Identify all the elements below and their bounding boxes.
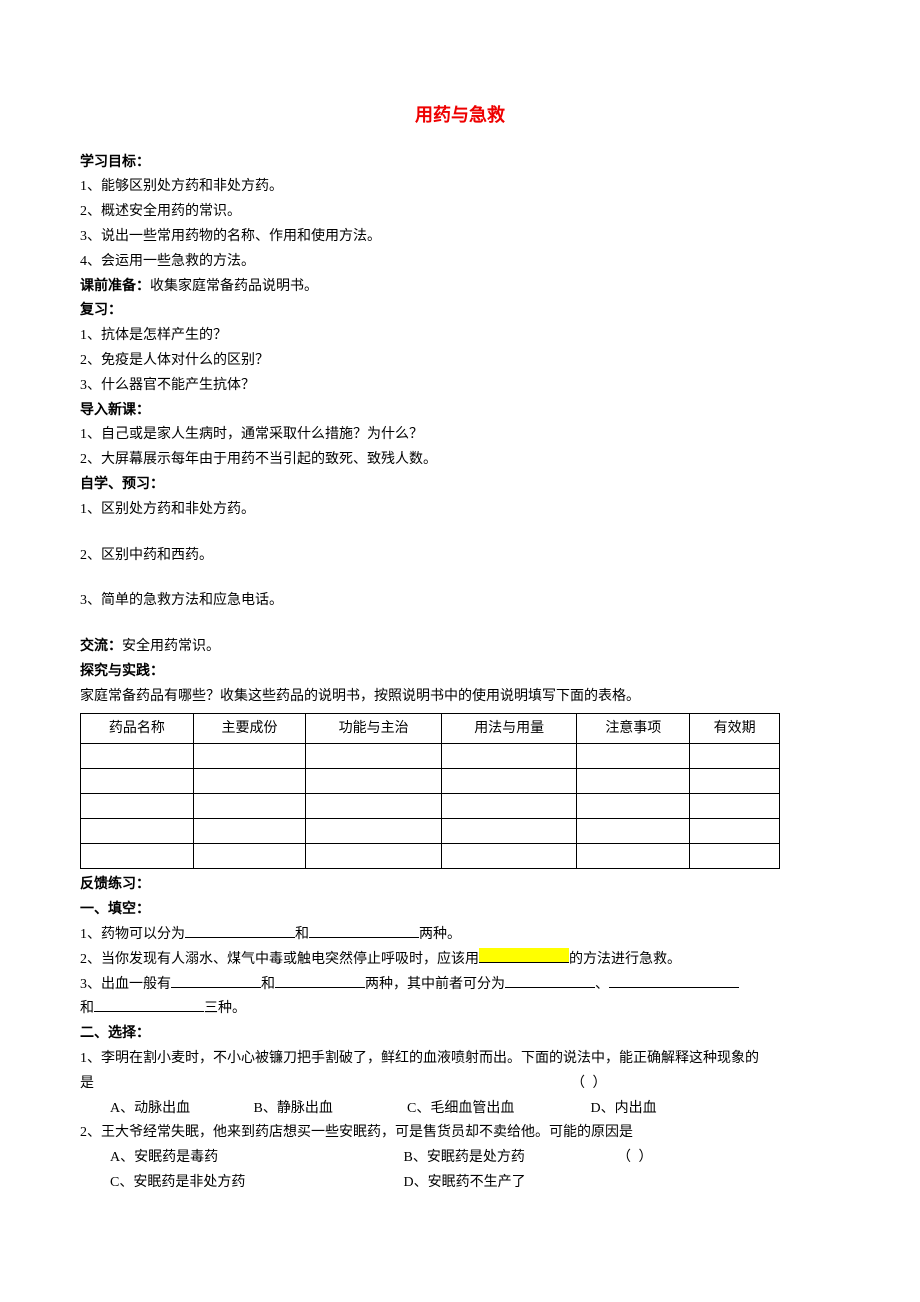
prep-heading: 课前准备：: [80, 279, 150, 294]
choice-q1-a: 1、李明在割小麦时，不小心被镰刀把手割破了，鲜红的血液喷射而出。下面的说法中，能…: [80, 1047, 840, 1071]
table-row[interactable]: [81, 819, 780, 844]
table-row[interactable]: [81, 744, 780, 769]
fill-blank[interactable]: [275, 973, 365, 988]
choice-q1-opt-c[interactable]: C、毛细血管出血: [407, 1097, 587, 1121]
table-row[interactable]: [81, 794, 780, 819]
review-item: 3、什么器官不能产生抗体？: [80, 374, 840, 398]
objectives-heading: 学习目标：: [80, 151, 840, 175]
fill-q1-a: 1、药物可以分为: [80, 927, 185, 942]
feedback-heading: 反馈练习：: [80, 873, 840, 897]
review-item: 2、免疫是人体对什么的区别？: [80, 349, 840, 373]
fill-blank[interactable]: [609, 973, 739, 988]
choice-q2-opt-b[interactable]: B、安眠药是处方药: [404, 1146, 614, 1170]
fill-q3-f: 三种。: [204, 1001, 246, 1016]
choice-q2-row2: C、安眠药是非处方药 D、安眠药不生产了: [80, 1171, 840, 1195]
selfstudy-heading: 自学、预习：: [80, 473, 840, 497]
fill-blank[interactable]: [171, 973, 261, 988]
selfstudy-item: 3、简单的急救方法和应急电话。: [80, 589, 840, 613]
choice-q1-opt-a[interactable]: A、动脉出血: [110, 1097, 250, 1121]
objective-item: 3、说出一些常用药物的名称、作用和使用方法。: [80, 225, 840, 249]
objective-item: 4、会运用一些急救的方法。: [80, 250, 840, 274]
table-header: 有效期: [690, 713, 780, 744]
choice-q2-paren[interactable]: （ ）: [617, 1150, 655, 1165]
table-header: 主要成份: [193, 713, 306, 744]
explore-heading: 探究与实践：: [80, 660, 840, 684]
page-title: 用药与急救: [80, 100, 840, 131]
choice-q1-b: 是: [80, 1076, 94, 1091]
fill-q3: 3、出血一般有 和 两种，其中前者可分为 、: [80, 973, 840, 997]
fill-q3-e: 和: [80, 1001, 94, 1016]
selfstudy-item: 1、区别处方药和非处方药。: [80, 498, 840, 522]
fill-blank[interactable]: [185, 923, 295, 938]
fill-blank[interactable]: [309, 923, 419, 938]
review-heading: 复习：: [80, 299, 840, 323]
fill-q1: 1、药物可以分为 和 两种。: [80, 923, 840, 947]
choice-q1-options: A、动脉出血 B、静脉出血 C、毛细血管出血 D、内出血: [80, 1097, 840, 1121]
intro-item: 2、大屏幕展示每年由于用药不当引起的致死、致残人数。: [80, 448, 840, 472]
prep-line: 课前准备：收集家庭常备药品说明书。: [80, 275, 840, 299]
medicine-table: 药品名称 主要成份 功能与主治 用法与用量 注意事项 有效期: [80, 713, 780, 870]
fill-q2-a: 2、当你发现有人溺水、煤气中毒或触电突然停止呼吸时，应该用: [80, 952, 479, 967]
choice-q2-opt-c[interactable]: C、安眠药是非处方药: [110, 1171, 400, 1195]
table-header: 注意事项: [577, 713, 690, 744]
table-header: 药品名称: [81, 713, 194, 744]
fill-q2-b: 的方法进行急救。: [569, 952, 681, 967]
choice-q1-opt-d[interactable]: D、内出血: [591, 1097, 657, 1121]
fill-blank[interactable]: [94, 997, 204, 1012]
objective-item: 1、能够区别处方药和非处方药。: [80, 175, 840, 199]
fill-blank[interactable]: [505, 973, 595, 988]
exchange-text: 安全用药常识。: [122, 639, 220, 654]
explore-text: 家庭常备药品有哪些？收集这些药品的说明书，按照说明书中的使用说明填写下面的表格。: [80, 685, 840, 709]
table-header: 功能与主治: [306, 713, 442, 744]
fill-q3-a: 3、出血一般有: [80, 977, 171, 992]
choice-q1-b-row: 是 （ ）: [80, 1072, 840, 1096]
fill-q3-d: 、: [595, 977, 609, 992]
objective-item: 2、概述安全用药的常识。: [80, 200, 840, 224]
choice-q1-paren[interactable]: （ ）: [571, 1076, 609, 1091]
table-header: 用法与用量: [441, 713, 577, 744]
fill-q1-c: 两种。: [419, 927, 461, 942]
intro-heading: 导入新课：: [80, 399, 840, 423]
fill-q3-c: 两种，其中前者可分为: [365, 977, 505, 992]
fill-q3-b: 和: [261, 977, 275, 992]
table-row[interactable]: [81, 844, 780, 869]
prep-text: 收集家庭常备药品说明书。: [150, 279, 318, 294]
fill-q2: 2、当你发现有人溺水、煤气中毒或触电突然停止呼吸时，应该用 的方法进行急救。: [80, 948, 840, 972]
table-header-row: 药品名称 主要成份 功能与主治 用法与用量 注意事项 有效期: [81, 713, 780, 744]
table-row[interactable]: [81, 769, 780, 794]
choice-q2-opt-d[interactable]: D、安眠药不生产了: [404, 1171, 526, 1195]
fill-q1-b: 和: [295, 927, 309, 942]
intro-item: 1、自己或是家人生病时，通常采取什么措施？为什么？: [80, 423, 840, 447]
selfstudy-item: 2、区别中药和西药。: [80, 544, 840, 568]
choice-heading: 二、选择：: [80, 1022, 840, 1046]
choice-q1-opt-b[interactable]: B、静脉出血: [254, 1097, 404, 1121]
choice-q2: 2、王大爷经常失眠，他来到药店想买一些安眠药，可是售货员却不卖给他。可能的原因是: [80, 1121, 840, 1145]
exchange-line: 交流：安全用药常识。: [80, 635, 840, 659]
exchange-heading: 交流：: [80, 639, 122, 654]
choice-q2-opt-a[interactable]: A、安眠药是毒药: [110, 1146, 400, 1170]
fill-q3-cont: 和 三种。: [80, 997, 840, 1021]
review-item: 1、抗体是怎样产生的？: [80, 324, 840, 348]
choice-q2-row1: A、安眠药是毒药 B、安眠药是处方药 （ ）: [80, 1146, 840, 1170]
fill-heading: 一、填空：: [80, 898, 840, 922]
fill-blank-highlight[interactable]: [479, 948, 569, 963]
